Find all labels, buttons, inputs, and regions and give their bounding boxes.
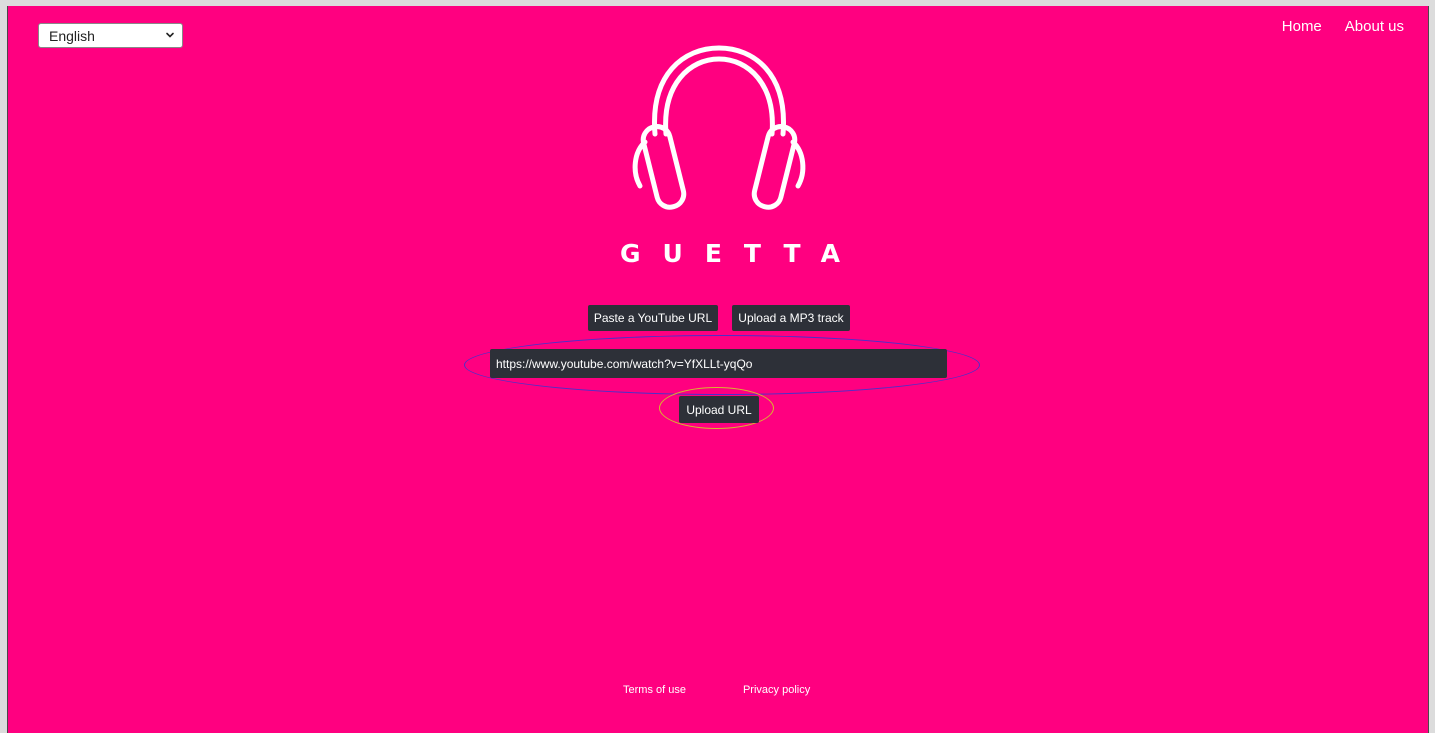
upload-mp3-button[interactable]: Upload a MP3 track bbox=[732, 305, 850, 331]
nav-about-link[interactable]: About us bbox=[1345, 18, 1404, 35]
headphones-icon bbox=[632, 45, 806, 210]
footer: Terms of use Privacy policy bbox=[623, 684, 810, 696]
upload-url-button[interactable]: Upload URL bbox=[679, 396, 759, 423]
language-select-value: English bbox=[49, 27, 95, 44]
youtube-url-input[interactable]: https://www.youtube.com/watch?v=YfXLLt-y… bbox=[490, 349, 947, 378]
youtube-url-value: https://www.youtube.com/watch?v=YfXLLt-y… bbox=[496, 356, 753, 371]
brand-name: GUETTA bbox=[620, 239, 862, 268]
terms-of-use-link[interactable]: Terms of use bbox=[623, 684, 686, 696]
window-frame: English Home About us GUETTA Paste a You… bbox=[0, 0, 1435, 733]
chevron-down-icon bbox=[166, 32, 174, 38]
paste-youtube-url-button[interactable]: Paste a YouTube URL bbox=[588, 305, 718, 331]
nav-home-link[interactable]: Home bbox=[1282, 18, 1322, 35]
privacy-policy-link[interactable]: Privacy policy bbox=[743, 684, 810, 696]
language-select[interactable]: English bbox=[38, 23, 183, 48]
top-nav: Home About us bbox=[1282, 18, 1404, 35]
page: English Home About us GUETTA Paste a You… bbox=[7, 6, 1429, 733]
